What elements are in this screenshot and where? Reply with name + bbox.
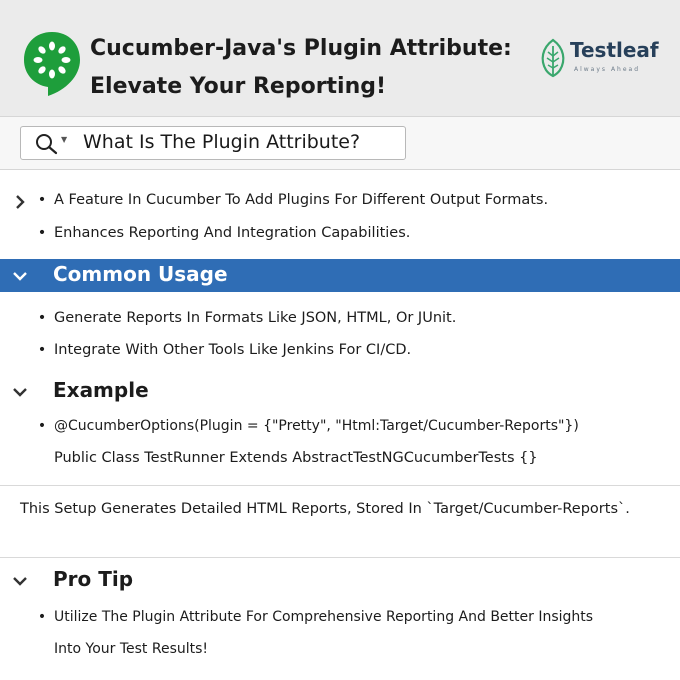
- usage-item-1: Generate Reports In Formats Like JSON, H…: [54, 310, 457, 326]
- search-input[interactable]: ▼ What Is The Plugin Attribute?: [20, 126, 406, 160]
- title-line-1: Cucumber-Java's Plugin Attribute:: [90, 36, 512, 61]
- note-paragraph: This Setup Generates Detailed HTML Repor…: [20, 501, 630, 517]
- divider: [0, 485, 680, 486]
- chevron-down-icon[interactable]: [12, 573, 28, 589]
- pro-tip-line-1: Utilize The Plugin Attribute For Compreh…: [54, 609, 594, 625]
- list-item: • @CucumberOptions(Plugin = {"Pretty", "H…: [37, 418, 579, 434]
- pro-tip-line-2: Into Your Test Results!: [54, 641, 209, 657]
- list-item: • Utilize The Plugin Attribute For Compre…: [37, 609, 594, 625]
- section-title: Common Usage: [53, 262, 228, 286]
- example-code-line-1: @CucumberOptions(Plugin = {"Pretty", "Ht…: [54, 418, 579, 434]
- usage-item-2: Integrate With Other Tools Like Jenkins …: [54, 342, 412, 358]
- search-query: What Is The Plugin Attribute?: [83, 131, 361, 153]
- section-pro-tip-title: Pro Tip: [53, 567, 134, 591]
- testleaf-leaf-icon: [541, 38, 565, 78]
- title-line-2: Elevate Your Reporting!: [90, 74, 387, 99]
- section-common-usage[interactable]: Common Usage: [0, 259, 680, 292]
- cucumber-logo-icon: [24, 32, 80, 96]
- list-item: • Generate Reports In Formats Like JSON, …: [37, 310, 457, 326]
- chevron-down-icon[interactable]: [12, 384, 28, 400]
- header: Cucumber-Java's Plugin Attribute: Elevat…: [0, 0, 680, 117]
- caret-down-icon: ▼: [61, 135, 68, 144]
- divider: [0, 557, 680, 558]
- brand-logo: Testleaf Always Ahead: [538, 38, 668, 82]
- page-title: Cucumber-Java's Plugin Attribute: Elevat…: [90, 30, 530, 106]
- example-code-line-2: Public Class TestRunner Extends Abstract…: [54, 450, 538, 466]
- section-example-title: Example: [53, 378, 149, 402]
- chevron-right-icon[interactable]: [12, 194, 28, 210]
- brand-name: Testleaf: [570, 38, 659, 62]
- list-item: • A Feature In Cucumber To Add Plugins Fo…: [37, 192, 549, 208]
- intro-item-1: A Feature In Cucumber To Add Plugins For…: [54, 192, 549, 208]
- intro-item-2: Enhances Reporting And Integration Capab…: [54, 225, 411, 241]
- list-item: • Enhances Reporting And Integration Capa…: [37, 225, 411, 241]
- list-item: • Integrate With Other Tools Like Jenkins…: [37, 342, 412, 358]
- brand-tagline: Always Ahead: [574, 66, 641, 73]
- chevron-down-icon: [13, 272, 27, 281]
- search-bar: ▼ What Is The Plugin Attribute?: [0, 117, 680, 170]
- search-icon: [36, 134, 58, 155]
